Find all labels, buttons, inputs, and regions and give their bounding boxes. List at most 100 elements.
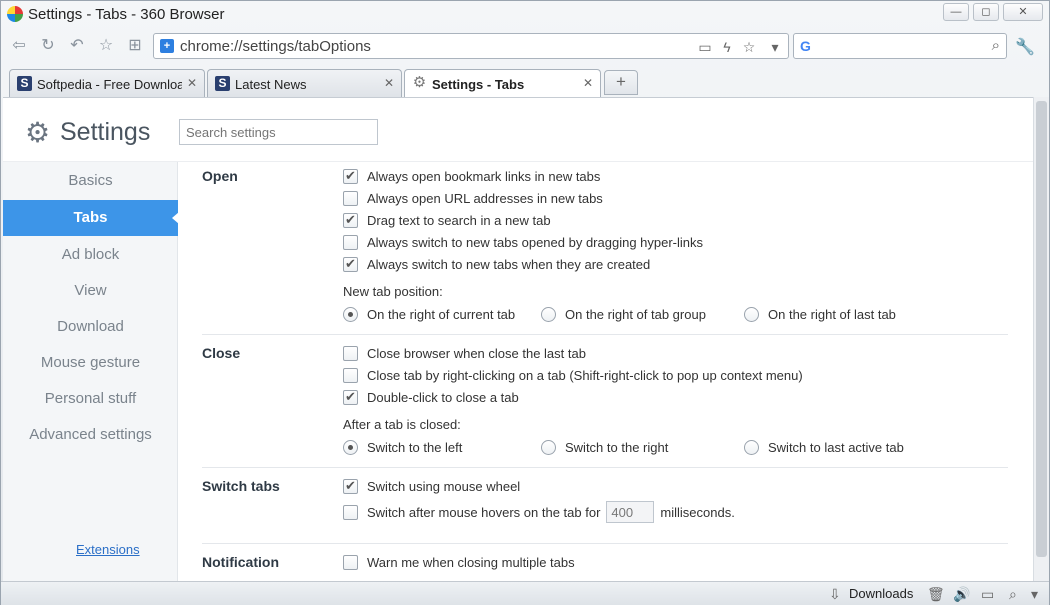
sidebar-item-advanced-settings[interactable]: Advanced settings bbox=[3, 417, 178, 453]
settings-wrench-icon[interactable]: 🔧 bbox=[1015, 37, 1035, 57]
navigation-toolbar: ⇦ ↻ ↶ ☆ ⊞ + chrome://settings/tabOptions… bbox=[1, 29, 1049, 63]
checkbox[interactable] bbox=[343, 168, 358, 184]
scrollbar-thumb[interactable] bbox=[1036, 101, 1047, 557]
menu-dropdown-icon[interactable]: ▾ bbox=[1031, 586, 1038, 603]
maximize-button[interactable]: ◻ bbox=[973, 3, 999, 21]
address-bar[interactable]: + chrome://settings/tabOptions ▭ ϟ ☆ ▾ bbox=[153, 33, 789, 59]
zoom-icon[interactable]: ⌕ bbox=[1009, 586, 1017, 603]
section-open-label: Open bbox=[202, 168, 238, 184]
refresh-icon[interactable]: ↻ bbox=[38, 36, 58, 56]
security-shield-icon: + bbox=[160, 39, 174, 53]
option-warn-closing-multiple[interactable]: Warn me when closing multiple tabs bbox=[343, 553, 575, 571]
speed-mode-icon[interactable]: ϟ bbox=[718, 38, 736, 56]
gear-icon: ⚙ bbox=[412, 74, 427, 91]
checkbox[interactable] bbox=[343, 234, 358, 250]
radio-switch-last-active[interactable]: Switch to last active tab bbox=[744, 438, 904, 456]
tab-label: Softpedia - Free Downloa bbox=[37, 77, 182, 92]
settings-gear-icon: ⚙ bbox=[25, 117, 51, 148]
radio-right-of-last[interactable]: On the right of last tab bbox=[744, 305, 896, 323]
checkbox[interactable] bbox=[343, 256, 358, 272]
sidebar-item-download[interactable]: Download bbox=[3, 309, 178, 345]
history-dropdown-icon[interactable]: ▾ bbox=[766, 38, 784, 56]
sidebar-item-tabs[interactable]: Tabs bbox=[3, 200, 179, 236]
browser-window: Settings - Tabs - 360 Browser — ◻ ✕ ⇦ ↻ … bbox=[0, 0, 1050, 605]
sidebar-item-basics[interactable]: Basics bbox=[3, 163, 178, 199]
sidebar-item-ad-block[interactable]: Ad block bbox=[3, 237, 178, 273]
window-controls: — ◻ ✕ bbox=[943, 3, 1043, 21]
checkbox[interactable] bbox=[343, 190, 358, 206]
tab-settings[interactable]: ⚙ Settings - Tabs ✕ bbox=[404, 69, 601, 98]
url-text[interactable]: chrome://settings/tabOptions bbox=[180, 38, 371, 55]
tab-label: Latest News bbox=[235, 77, 307, 92]
window-title: Settings - Tabs - 360 Browser bbox=[28, 6, 225, 23]
radio-button[interactable] bbox=[343, 306, 358, 322]
close-tab-icon[interactable]: ✕ bbox=[583, 76, 593, 90]
checkbox[interactable] bbox=[343, 212, 358, 228]
option-right-click-close[interactable]: Close tab by right-clicking on a tab (Sh… bbox=[343, 366, 803, 384]
sound-icon[interactable]: 🔊 bbox=[953, 586, 970, 603]
search-settings-input[interactable] bbox=[179, 119, 378, 145]
search-engine-icon[interactable]: G bbox=[800, 38, 816, 54]
downloads-button[interactable]: Downloads bbox=[849, 586, 913, 601]
trash-icon[interactable]: 🗑 bbox=[927, 586, 945, 603]
checkbox[interactable] bbox=[343, 389, 358, 405]
vertical-scrollbar[interactable] bbox=[1033, 97, 1049, 581]
back-icon[interactable]: ⇦ bbox=[9, 36, 29, 56]
close-tab-icon[interactable]: ✕ bbox=[384, 76, 394, 90]
sidebar-item-mouse-gesture[interactable]: Mouse gesture bbox=[3, 345, 178, 381]
browser-logo-icon bbox=[7, 6, 23, 22]
close-window-button[interactable]: ✕ bbox=[1003, 3, 1043, 21]
new-tab-position-label: New tab position: bbox=[343, 284, 443, 299]
radio-switch-left[interactable]: Switch to the left bbox=[343, 438, 462, 456]
bookmark-star-icon[interactable]: ☆ bbox=[740, 38, 758, 56]
favorite-star-icon[interactable]: ☆ bbox=[96, 36, 116, 56]
minimize-button[interactable]: — bbox=[943, 3, 969, 21]
extensions-link[interactable]: Extensions bbox=[76, 542, 140, 557]
status-bar: ⇩ Downloads 🗑 🔊 ▭ ⌕ ▾ bbox=[1, 581, 1049, 605]
settings-header: ⚙ Settings bbox=[3, 98, 1033, 162]
radio-button[interactable] bbox=[744, 439, 759, 455]
radio-button[interactable] bbox=[343, 439, 358, 455]
sidebar-item-view[interactable]: View bbox=[3, 273, 178, 309]
tab-softpedia[interactable]: S Softpedia - Free Downloa ✕ bbox=[9, 69, 205, 97]
option-drag-text-search[interactable]: Drag text to search in a new tab bbox=[343, 211, 551, 229]
option-switch-new-tabs[interactable]: Always switch to new tabs when they are … bbox=[343, 255, 650, 273]
option-double-click-close[interactable]: Double-click to close a tab bbox=[343, 388, 519, 406]
apps-grid-icon[interactable]: ⊞ bbox=[125, 36, 145, 56]
settings-sidebar: Basics Tabs Ad block View Download Mouse… bbox=[3, 162, 179, 581]
section-notification-label: Notification bbox=[202, 554, 279, 570]
softpedia-favicon-icon: S bbox=[17, 76, 32, 91]
radio-switch-right[interactable]: Switch to the right bbox=[541, 438, 668, 456]
undo-close-icon[interactable]: ↶ bbox=[67, 36, 87, 56]
new-tab-button[interactable]: + bbox=[604, 70, 638, 95]
screen-icon[interactable]: ▭ bbox=[981, 586, 994, 603]
option-hover-switch[interactable]: Switch after mouse hovers on the tab for… bbox=[343, 500, 735, 524]
checkbox[interactable] bbox=[343, 478, 358, 494]
settings-page: ⚙ Settings Basics Tabs Ad block View Dow… bbox=[3, 97, 1033, 581]
tab-latest-news[interactable]: S Latest News ✕ bbox=[207, 69, 402, 97]
option-url-new-tabs[interactable]: Always open URL addresses in new tabs bbox=[343, 189, 603, 207]
section-switch-tabs-label: Switch tabs bbox=[202, 478, 280, 494]
close-tab-icon[interactable]: ✕ bbox=[187, 76, 197, 90]
checkbox[interactable] bbox=[343, 345, 358, 361]
radio-button[interactable] bbox=[541, 439, 556, 455]
option-close-browser-last-tab[interactable]: Close browser when close the last tab bbox=[343, 344, 586, 362]
checkbox[interactable] bbox=[343, 504, 358, 520]
section-divider bbox=[202, 467, 1008, 468]
search-bar[interactable]: G ⌕ bbox=[793, 33, 1007, 59]
checkbox[interactable] bbox=[343, 367, 358, 383]
section-divider bbox=[202, 334, 1008, 335]
hover-delay-input[interactable] bbox=[606, 501, 655, 523]
radio-right-of-current[interactable]: On the right of current tab bbox=[343, 305, 515, 323]
option-mouse-wheel-switch[interactable]: Switch using mouse wheel bbox=[343, 477, 520, 495]
download-icon[interactable]: ⇩ bbox=[829, 586, 841, 603]
option-bookmark-new-tabs[interactable]: Always open bookmark links in new tabs bbox=[343, 167, 600, 185]
radio-button[interactable] bbox=[541, 306, 556, 322]
radio-right-of-group[interactable]: On the right of tab group bbox=[541, 305, 706, 323]
search-icon[interactable]: ⌕ bbox=[992, 37, 1000, 54]
option-switch-dragged-links[interactable]: Always switch to new tabs opened by drag… bbox=[343, 233, 703, 251]
screen-capture-icon[interactable]: ▭ bbox=[696, 38, 714, 56]
sidebar-item-personal-stuff[interactable]: Personal stuff bbox=[3, 381, 178, 417]
checkbox[interactable] bbox=[343, 554, 358, 570]
radio-button[interactable] bbox=[744, 306, 759, 322]
